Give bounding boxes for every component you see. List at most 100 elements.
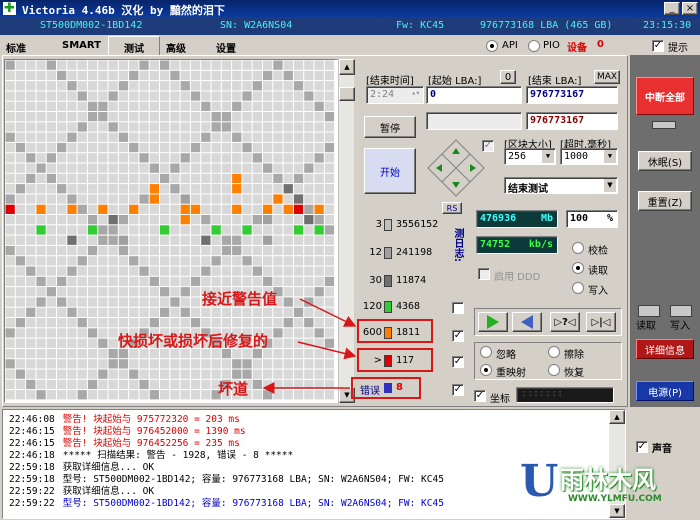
block-cell (87, 369, 98, 379)
pause-button[interactable]: 暂停 (364, 116, 416, 138)
remap-radio[interactable] (480, 364, 492, 376)
block-cell (273, 101, 283, 111)
block-cell (129, 256, 139, 266)
block-cell (5, 338, 15, 348)
hint-checkbox[interactable]: ✓ (652, 40, 664, 52)
restore-radio[interactable] (548, 364, 560, 376)
power-button[interactable]: 电源(P) (636, 381, 694, 401)
sleep-button[interactable]: 休眠(S) (638, 151, 692, 171)
block-cell (46, 215, 56, 225)
block-cell (273, 318, 283, 328)
break-all-button[interactable]: 中断全部 (636, 77, 694, 115)
block-cell (160, 297, 170, 307)
sound-checkbox[interactable]: ✓ (636, 441, 648, 453)
log-time: 22:46:15 (9, 426, 55, 437)
timeout-select[interactable]: 1000 ▼ (560, 148, 618, 165)
end-lba-field-2[interactable]: 976773167 (526, 112, 618, 130)
block-cell (46, 91, 56, 101)
block-cell (211, 266, 221, 276)
block-cell (149, 318, 159, 328)
start-button[interactable]: 开始 (364, 148, 416, 194)
block-cell (149, 287, 159, 297)
block-cell (273, 215, 283, 225)
reset-stats-button[interactable]: RS (442, 202, 462, 214)
end-action-select[interactable]: 结束测试 ▼ (504, 177, 618, 194)
block-cell (221, 70, 232, 81)
play-button[interactable] (478, 312, 508, 332)
start-lba-zero-button[interactable]: 0 (500, 70, 516, 84)
block-cell (26, 307, 36, 317)
tab-test[interactable]: 测试 (108, 36, 160, 56)
end-lba-field[interactable]: 976773167 (526, 86, 618, 104)
block-cell (87, 276, 98, 287)
close-button[interactable]: × (682, 2, 698, 15)
minimize-button[interactable]: _ (664, 2, 680, 15)
tab-settings[interactable]: 设置 (216, 40, 236, 55)
block-cell (139, 142, 149, 153)
tab-smart[interactable]: SMART (62, 40, 101, 51)
tab-advanced[interactable]: 高级 (166, 40, 186, 55)
block-cell (324, 163, 335, 173)
legend-checkbox-7[interactable]: ✓ (452, 384, 464, 396)
erase-radio[interactable] (548, 346, 560, 358)
block-cell (252, 245, 262, 256)
details-button[interactable]: 详细信息 (636, 339, 694, 359)
pio-radio[interactable] (528, 40, 540, 52)
log-scroll-up[interactable]: ▲ (609, 410, 625, 424)
legend-checkbox-5[interactable]: ✓ (452, 330, 464, 342)
block-cell (263, 256, 273, 266)
block-cell (118, 60, 129, 70)
end-time-field[interactable]: 2:24 ▴▾ (366, 86, 424, 104)
block-cell (314, 215, 324, 225)
block-cell (252, 81, 262, 91)
legend-count: 4368 (396, 301, 421, 312)
block-cell (293, 173, 304, 184)
scroll-down-button[interactable]: ▼ (339, 387, 355, 403)
grid-checkbox[interactable]: ✓ (474, 390, 486, 402)
block-cell (252, 153, 262, 163)
tab-standard[interactable]: 标准 (6, 40, 26, 55)
write-radio[interactable] (572, 282, 584, 294)
block-cell (324, 359, 335, 369)
block-map-scrollbar[interactable]: ▲ ▼ (338, 59, 355, 403)
api-radio[interactable] (486, 40, 498, 52)
block-cell (57, 338, 67, 348)
block-cell (57, 173, 67, 184)
block-cell (232, 184, 242, 194)
read-radio[interactable] (572, 262, 584, 274)
block-cell (15, 359, 26, 369)
block-cell (221, 122, 232, 132)
block-cell (160, 287, 170, 297)
block-cell (170, 173, 180, 184)
ddd-checkbox[interactable] (478, 268, 490, 280)
scroll-up-button[interactable]: ▲ (339, 59, 355, 75)
block-cell (263, 194, 273, 204)
block-cell (57, 276, 67, 287)
block-cell (46, 318, 56, 328)
verify-radio[interactable] (572, 242, 584, 254)
block-size-select[interactable]: 256 ▼ (504, 148, 556, 165)
block-cell (118, 142, 129, 153)
skip-query-button[interactable]: ▷?◁ (550, 312, 580, 332)
max-button[interactable]: MAX (594, 70, 620, 84)
loop-checkbox[interactable]: ✓ (482, 140, 494, 152)
end-button[interactable]: ▷|◁ (586, 312, 616, 332)
clock: 23:15:30 (643, 20, 692, 31)
reset-button[interactable]: 重置(Z) (638, 191, 692, 211)
block-cell (201, 122, 211, 132)
ignore-radio[interactable] (480, 346, 492, 358)
back-button[interactable] (512, 312, 542, 332)
block-cell (15, 379, 26, 390)
block-cell (118, 122, 129, 132)
legend-checkbox-6[interactable]: ✓ (452, 356, 464, 368)
scroll-thumb[interactable] (339, 87, 355, 101)
block-cell (57, 297, 67, 307)
block-cell (67, 70, 77, 81)
legend-row: 3 3556152 (358, 216, 448, 234)
block-cell (252, 318, 262, 328)
direction-pad-icon[interactable] (426, 138, 486, 198)
legend-checkbox-4[interactable] (452, 302, 464, 314)
block-cell (77, 338, 87, 348)
start-lba-field[interactable]: 0 (426, 86, 522, 104)
block-cell (118, 245, 129, 256)
